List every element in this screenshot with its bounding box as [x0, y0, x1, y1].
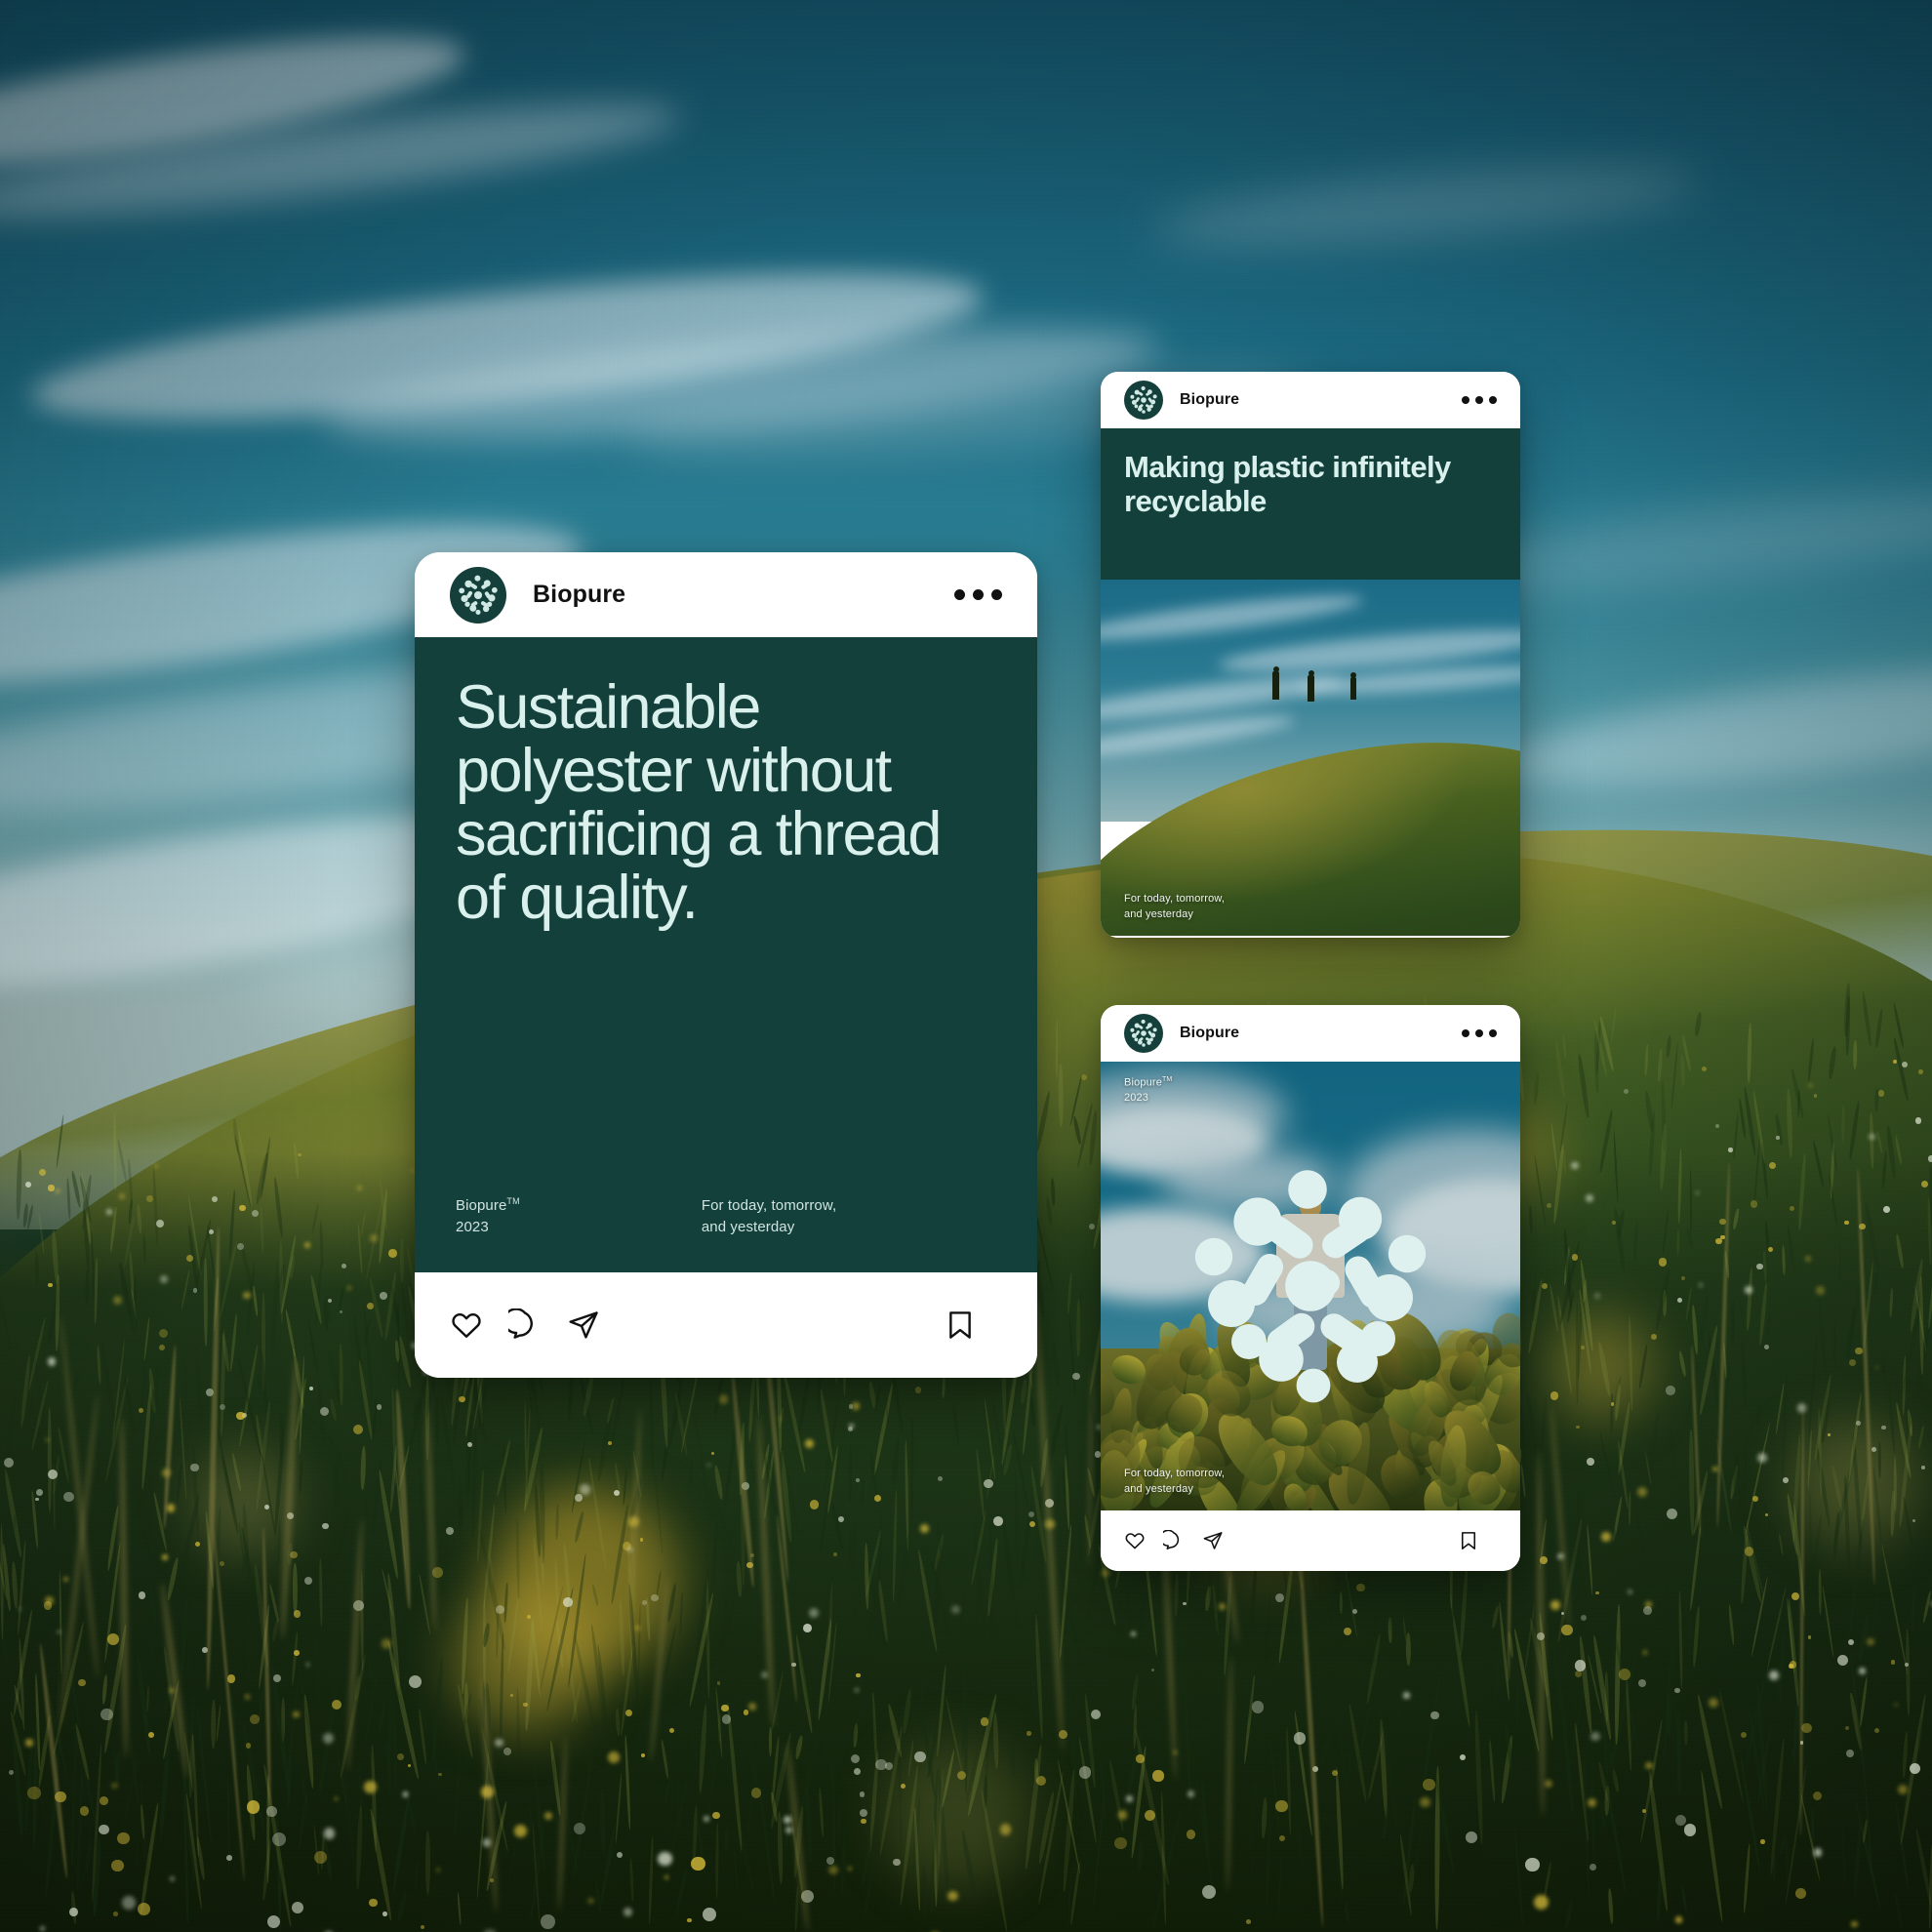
save-icon[interactable] — [1458, 1530, 1479, 1551]
caption-line-2: and yesterday — [1124, 1482, 1194, 1495]
comment-icon[interactable] — [508, 1308, 542, 1342]
post-action-bar — [1101, 1510, 1520, 1571]
account-handle[interactable]: Biopure — [533, 581, 625, 609]
biopure-blob-logo-icon — [1130, 1019, 1157, 1047]
trademark-symbol: TM — [506, 1196, 520, 1207]
brand-trademark: Biopure — [1124, 1076, 1162, 1089]
tagline-line-2: and yesterday — [701, 1218, 795, 1235]
person-silhouette — [1350, 672, 1356, 700]
account-handle[interactable]: Biopure — [1180, 1025, 1239, 1042]
comment-icon[interactable] — [1163, 1530, 1185, 1551]
share-icon[interactable] — [1202, 1530, 1224, 1551]
post-action-bar — [1101, 936, 1520, 938]
post-header: Biopure — [1101, 372, 1520, 428]
save-icon[interactable] — [944, 1308, 977, 1342]
avatar[interactable] — [1124, 381, 1163, 420]
post-meta-right: For today, tomorrow, and yesterday — [702, 1195, 836, 1237]
trademark-symbol: TM — [1161, 1076, 1173, 1083]
biopure-blob-logo-icon — [1130, 385, 1157, 414]
account-handle[interactable]: Biopure — [1180, 391, 1239, 409]
post-action-bar — [415, 1272, 1037, 1378]
caption-line-2: and yesterday — [1124, 907, 1194, 920]
like-icon[interactable] — [1124, 1530, 1146, 1551]
post-photo-logo: BiopureTM 2023 For today, tomorrow, and … — [1101, 1062, 1520, 1510]
caption-line-1: For today, tomorrow, — [1124, 893, 1226, 906]
post-card-top-right[interactable]: Biopure Making plastic infinitely recycl… — [1101, 372, 1520, 938]
photo-overlay-brand: BiopureTM 2023 — [1124, 1075, 1172, 1106]
post-header: Biopure — [415, 552, 1037, 637]
person-silhouette — [1308, 670, 1314, 702]
brand-year: 2023 — [1124, 1092, 1149, 1105]
post-card-bottom-right[interactable]: Biopure BiopureTM 2023 For today, tomorr… — [1101, 1005, 1520, 1571]
post-headline: Sustainable polyester without sacrificin… — [456, 673, 942, 932]
post-header: Biopure — [1101, 1005, 1520, 1062]
post-card-main[interactable]: Biopure Sustainable polyester without sa… — [415, 552, 1037, 1378]
share-icon[interactable] — [567, 1308, 600, 1342]
more-options-icon[interactable] — [1456, 1029, 1497, 1037]
photo-caption: For today, tomorrow, and yesterday — [1124, 892, 1225, 922]
post-meta-row: BiopureTM 2023 For today, tomorrow, and … — [456, 1195, 996, 1272]
post-headline: Making plastic infinitely recyclable — [1124, 450, 1451, 519]
avatar[interactable] — [450, 566, 506, 624]
photo-caption: For today, tomorrow, and yesterday — [1124, 1467, 1225, 1497]
post-meta-left: BiopureTM 2023 — [456, 1195, 520, 1237]
post-body: Sustainable polyester without sacrificin… — [415, 637, 1037, 1272]
more-options-icon[interactable] — [1456, 396, 1497, 404]
more-options-icon[interactable] — [946, 589, 1002, 600]
post-headline-pane: Making plastic infinitely recyclable — [1101, 428, 1520, 580]
caption-line-1: For today, tomorrow, — [1124, 1468, 1226, 1480]
brand-trademark: Biopure — [456, 1197, 507, 1215]
tagline-line-1: For today, tomorrow, — [701, 1197, 837, 1215]
brand-year: 2023 — [456, 1218, 489, 1235]
biopure-blob-logo-icon — [459, 575, 498, 615]
post-photo-hillside: For today, tomorrow, and yesterday — [1101, 580, 1520, 936]
like-icon[interactable] — [450, 1308, 483, 1342]
person-silhouette — [1272, 666, 1279, 700]
avatar[interactable] — [1124, 1014, 1163, 1053]
biopure-blob-logo-icon — [1194, 1170, 1427, 1403]
